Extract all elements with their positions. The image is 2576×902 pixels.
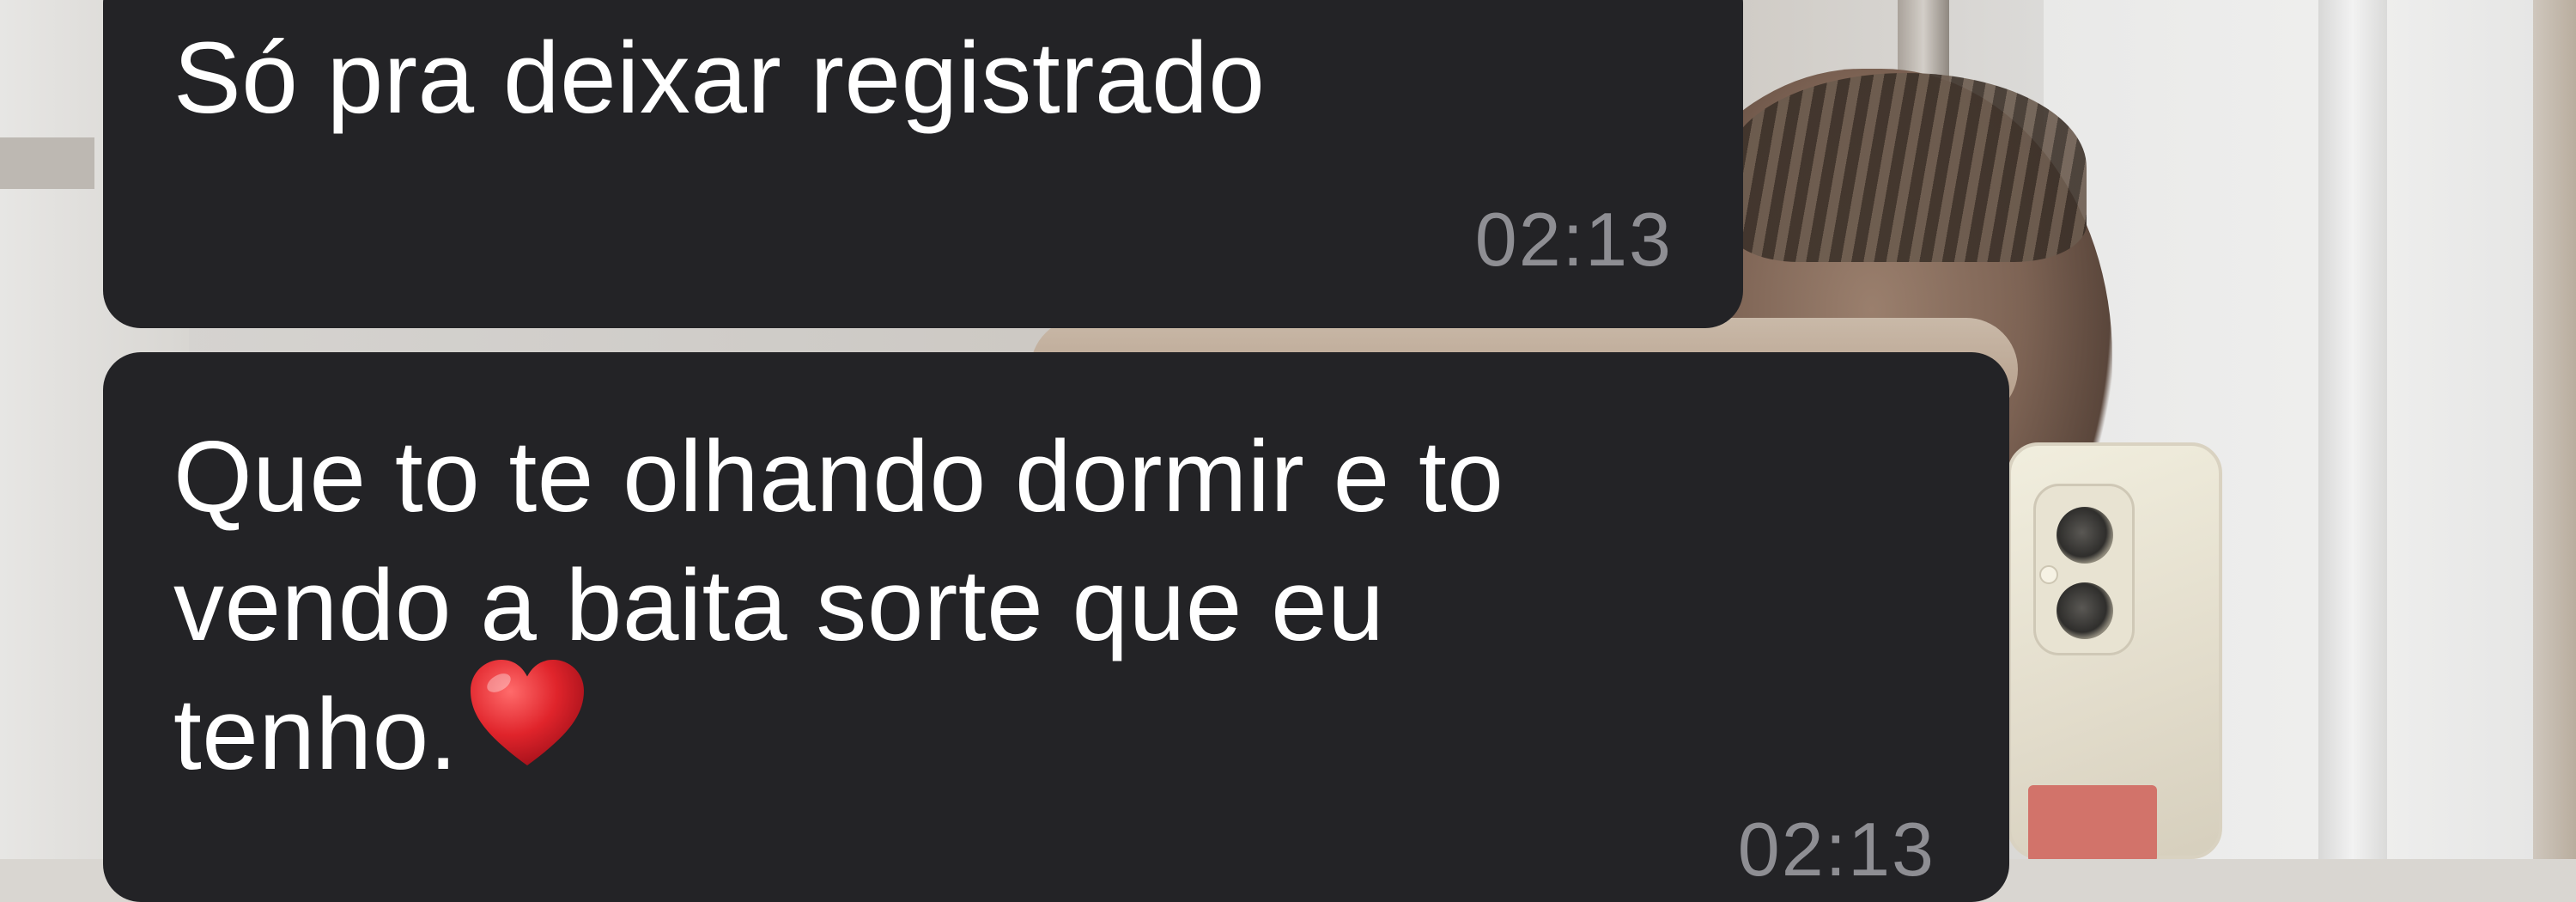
message-bubble[interactable]: Só pra deixar registrado 02:13 — [103, 0, 1743, 328]
message-text-container: Que to te olhando dormir e to vendo a ba… — [173, 412, 1977, 808]
background-object — [0, 137, 94, 189]
background-hair — [1726, 73, 2087, 262]
heart-icon — [471, 660, 585, 766]
message-bubble[interactable]: Que to te olhando dormir e to vendo a ba… — [103, 352, 2009, 902]
phone-camera-module — [2033, 484, 2135, 655]
red-heart-emoji — [463, 649, 592, 808]
message-text: Que to te olhando dormir e to vendo a ba… — [173, 420, 1504, 791]
camera-flash — [2039, 565, 2058, 584]
phone-card — [2028, 785, 2157, 859]
message-timestamp: 02:13 — [1474, 197, 1673, 282]
camera-lens — [2057, 582, 2113, 639]
background-right-edge — [2533, 0, 2576, 859]
message-timestamp: 02:13 — [1737, 807, 1935, 892]
background-door-frame — [2318, 0, 2387, 859]
message-text: Só pra deixar registrado — [173, 21, 1266, 135]
background-phone — [2008, 442, 2222, 859]
camera-lens — [2057, 507, 2113, 564]
